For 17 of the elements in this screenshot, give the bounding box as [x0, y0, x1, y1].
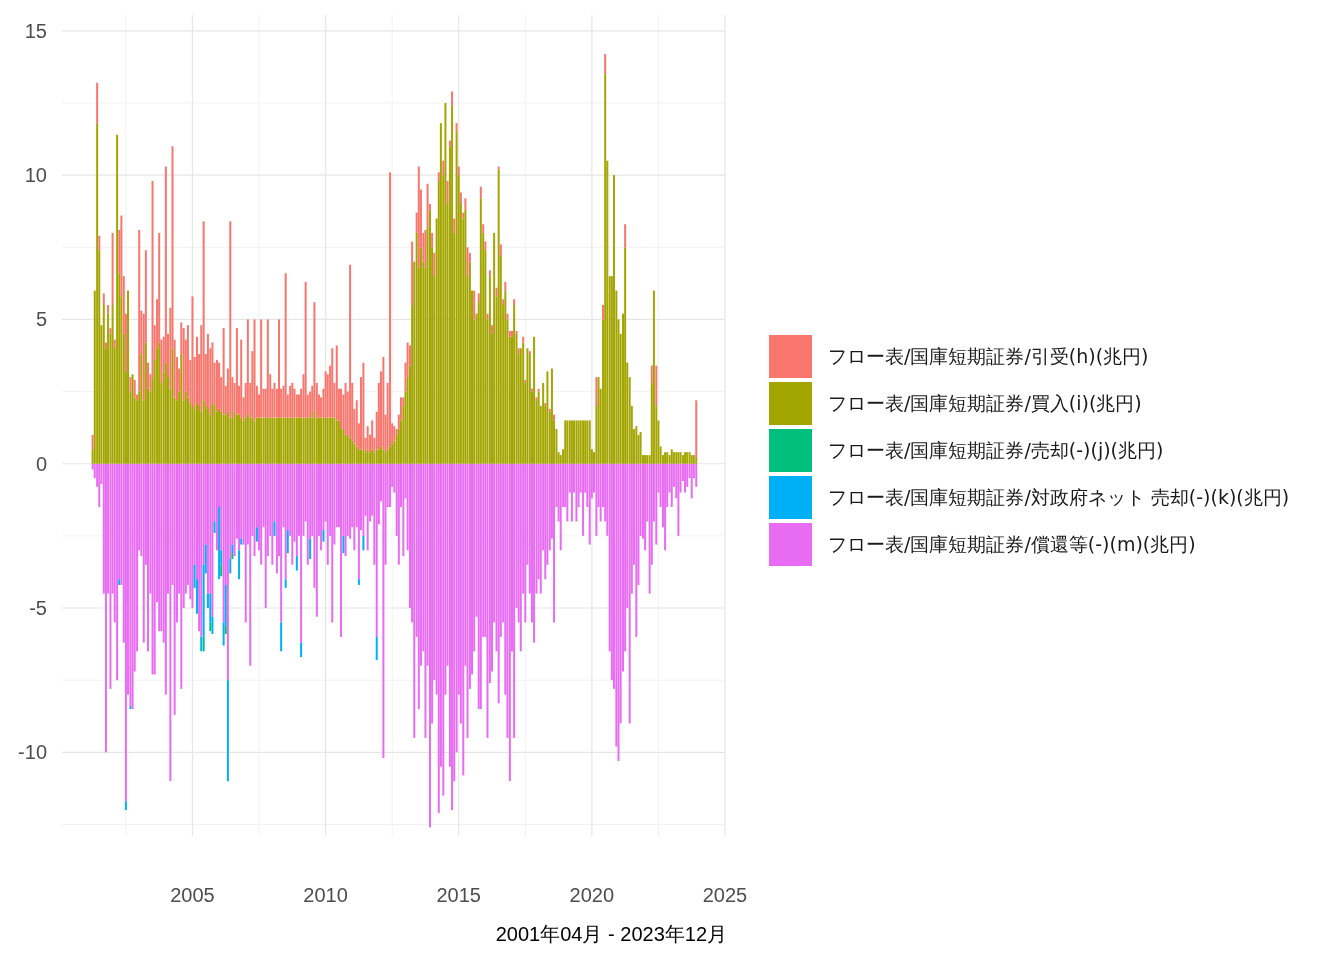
axis-tick-label: 2025: [702, 884, 748, 906]
legend-label: フロー表/国庫短期証券/売却(-)(j)(兆円): [828, 437, 1164, 463]
axis-tick-label: 0: [35, 452, 47, 475]
axis-tick-label: 2015: [436, 884, 481, 906]
axis-tick-label: -10: [18, 741, 47, 764]
axis-tick-label: 10: [24, 164, 47, 187]
legend-label: フロー表/国庫短期証券/償還等(-)(m)(兆円): [828, 531, 1196, 557]
axis-tick-label: 2020: [569, 884, 615, 906]
axis-tick-label: 5: [35, 308, 47, 331]
axis-title: 2001年04月 - 2023年12月: [495, 923, 727, 945]
axis-tick-label: 2005: [170, 884, 215, 906]
legend-label: フロー表/国庫短期証券/引受(h)(兆円): [828, 343, 1149, 369]
axis-tick-label: -5: [29, 597, 47, 619]
legend-label: フロー表/国庫短期証券/対政府ネット 売却(-)(k)(兆円): [828, 484, 1290, 510]
axis-tick-label: 2010: [303, 884, 348, 906]
legend-label: フロー表/国庫短期証券/買入(i)(兆円): [828, 390, 1142, 416]
axis-tick-label: 15: [24, 19, 47, 42]
